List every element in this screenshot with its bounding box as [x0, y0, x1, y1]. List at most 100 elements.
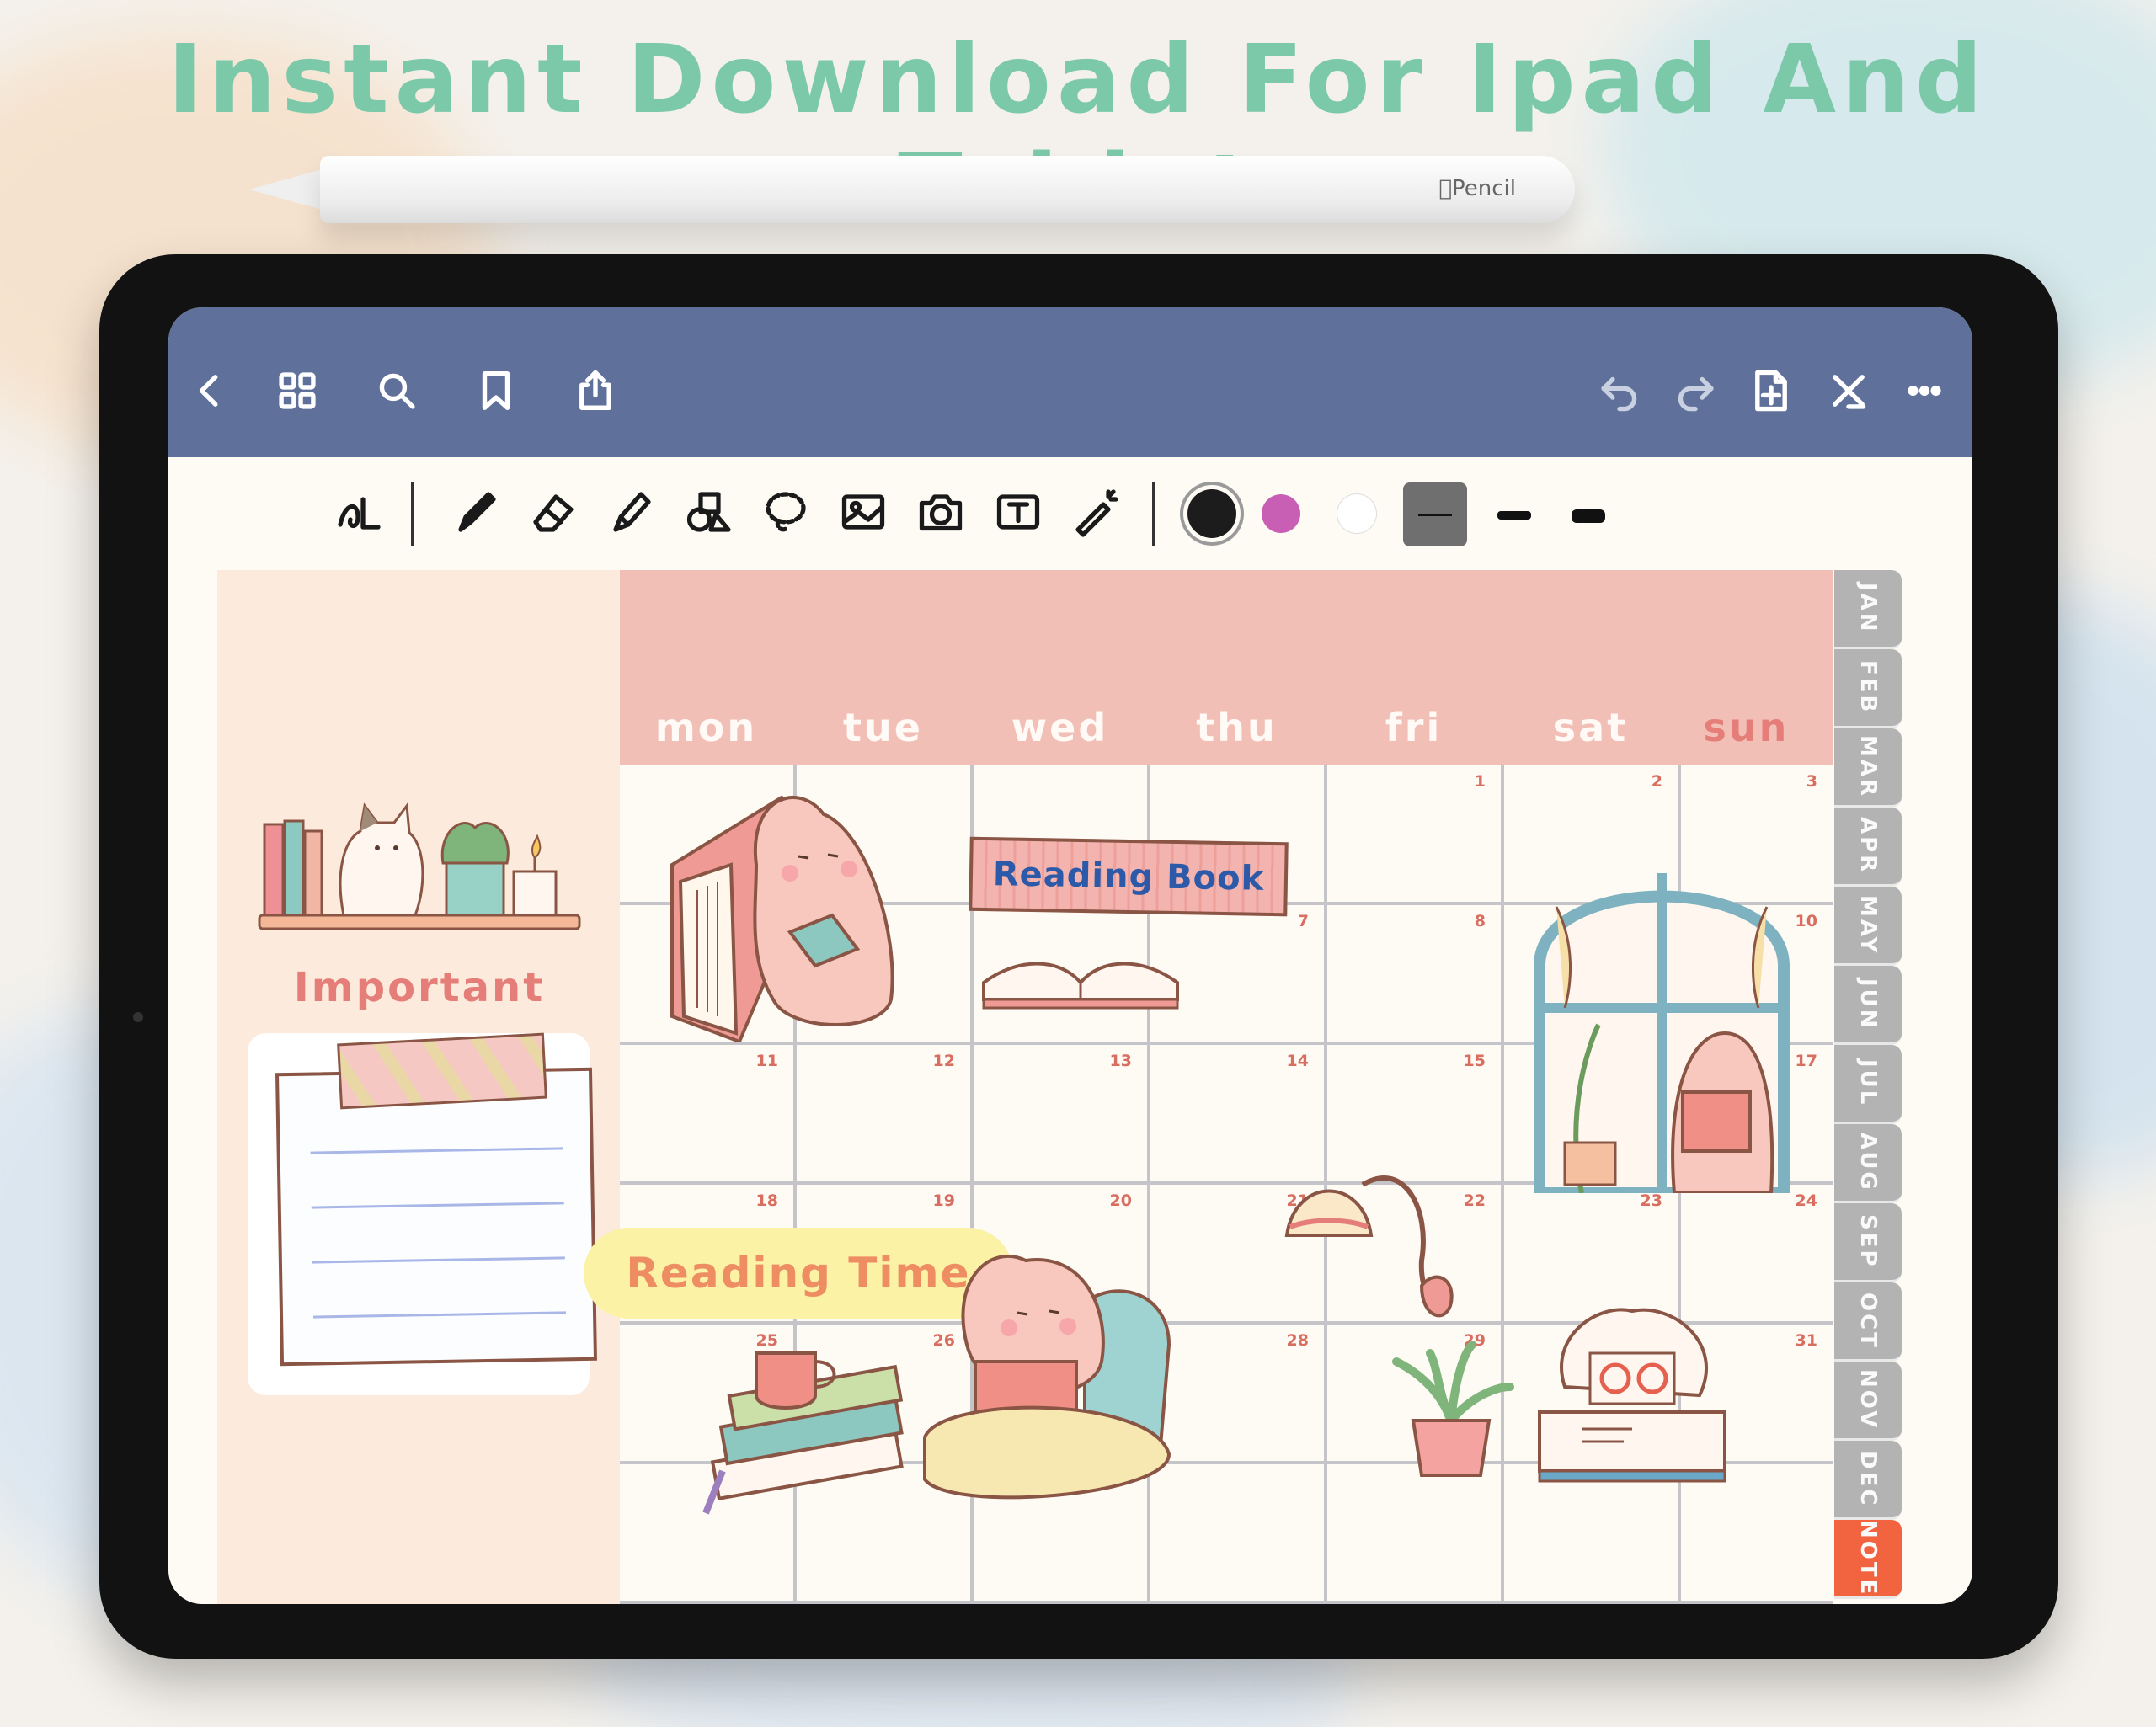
- tab-label: NOV: [1855, 1369, 1881, 1431]
- date-number: 2: [1651, 772, 1662, 791]
- date-number: 18: [755, 1191, 778, 1210]
- note-paper[interactable]: [275, 1067, 598, 1367]
- calendar-day-cell[interactable]: [1327, 1464, 1504, 1604]
- reading-book-banner: Reading Book: [969, 836, 1289, 917]
- pencil-label: Pencil: [1438, 176, 1516, 201]
- washi-tape: [337, 1032, 547, 1110]
- toolbar-divider: [1152, 482, 1155, 546]
- shapes-icon[interactable]: [679, 482, 738, 541]
- bookmark-icon[interactable]: [472, 366, 520, 415]
- tab-label: SEP: [1855, 1214, 1881, 1269]
- drawing-toolbar: [168, 457, 1972, 570]
- tab-label: AUG: [1855, 1133, 1881, 1192]
- tab-mar[interactable]: MAR: [1834, 728, 1902, 808]
- handwriting-icon[interactable]: [328, 482, 387, 541]
- date-number: 14: [1286, 1052, 1309, 1070]
- stroke-medium-button[interactable]: [1497, 511, 1531, 520]
- calendar-day-cell[interactable]: 11: [620, 1045, 797, 1185]
- tab-aug[interactable]: AUG: [1834, 1124, 1902, 1203]
- date-number: 7: [1297, 912, 1309, 930]
- tab-jul[interactable]: JUL: [1834, 1045, 1902, 1124]
- calendar-day-cell[interactable]: 8: [1327, 905, 1504, 1045]
- month-tabs: JAN FEB MAR APR MAY JUN JUL AUG SEP OCT NOV DEC NOTE: [1834, 570, 1902, 1604]
- calendar-header: mon tue wed thu fri sat sun: [620, 570, 1833, 765]
- day-name-sat: sat: [1552, 705, 1629, 750]
- add-page-icon[interactable]: [1747, 366, 1796, 415]
- tab-label: MAR: [1855, 734, 1881, 798]
- undo-icon[interactable]: [1595, 366, 1644, 415]
- note-line: [312, 1256, 565, 1264]
- bookshelf-sticker: [258, 802, 581, 930]
- date-number: 11: [755, 1052, 778, 1070]
- day-name-wed: wed: [1011, 705, 1109, 750]
- tab-apr[interactable]: APR: [1834, 808, 1902, 887]
- back-icon[interactable]: [185, 366, 234, 415]
- tab-feb[interactable]: FEB: [1834, 649, 1902, 728]
- date-number: 8: [1474, 912, 1486, 930]
- date-number: 19: [932, 1191, 955, 1210]
- highlighter-icon[interactable]: [601, 482, 660, 541]
- note-line: [311, 1202, 564, 1209]
- search-icon[interactable]: [372, 366, 421, 415]
- sheep-with-book-sticker: [1538, 1308, 1726, 1483]
- tab-label: JUL: [1855, 1059, 1881, 1107]
- date-number: 15: [1463, 1052, 1486, 1070]
- date-number: 3: [1806, 772, 1817, 791]
- date-number: 1: [1474, 772, 1486, 791]
- color-swatch-purple[interactable]: [1262, 494, 1300, 533]
- laser-pointer-icon[interactable]: [1066, 482, 1125, 541]
- stack-of-books-sticker: [702, 1351, 904, 1515]
- calendar-day-cell[interactable]: 1: [1327, 765, 1504, 905]
- date-number: 12: [932, 1052, 955, 1070]
- pen-icon[interactable]: [446, 482, 505, 541]
- tab-jun[interactable]: JUN: [1834, 966, 1902, 1045]
- side-panel: Important: [217, 570, 620, 1604]
- tab-nov[interactable]: NOV: [1834, 1362, 1902, 1441]
- date-number: 13: [1109, 1052, 1132, 1070]
- day-name-thu: thu: [1196, 705, 1278, 750]
- text-icon[interactable]: [989, 482, 1048, 541]
- camera-icon[interactable]: [911, 482, 970, 541]
- tab-note[interactable]: NOTE: [1834, 1520, 1902, 1599]
- floor-lamp-sticker: [1284, 1175, 1454, 1318]
- date-number: 31: [1795, 1331, 1817, 1350]
- tab-dec[interactable]: DEC: [1834, 1441, 1902, 1520]
- tab-label: MAY: [1855, 894, 1881, 956]
- day-name-fri: fri: [1385, 705, 1443, 750]
- image-icon[interactable]: [834, 482, 893, 541]
- important-note-card: [248, 1032, 598, 1395]
- planner-page: Important mon tue wed thu fri sat sun 12…: [217, 570, 1902, 1604]
- date-number: 28: [1286, 1331, 1309, 1350]
- bunny-reading-book-sticker: [670, 795, 894, 1042]
- eraser-icon[interactable]: [524, 482, 583, 541]
- app-topbar: [168, 307, 1972, 457]
- calendar-day-cell[interactable]: 12: [797, 1045, 974, 1185]
- calendar-day-cell[interactable]: 13: [974, 1045, 1150, 1185]
- tab-may[interactable]: MAY: [1834, 887, 1902, 966]
- camera-dot: [133, 1012, 143, 1022]
- stroke-thin-button[interactable]: [1403, 482, 1467, 546]
- close-icon[interactable]: [1824, 366, 1873, 415]
- grid-icon[interactable]: [273, 366, 322, 415]
- tab-sep[interactable]: SEP: [1834, 1203, 1902, 1282]
- tab-jan[interactable]: JAN: [1834, 570, 1902, 649]
- redo-icon[interactable]: [1671, 366, 1720, 415]
- date-number: 24: [1795, 1191, 1817, 1210]
- lasso-icon[interactable]: [756, 482, 815, 541]
- day-name-sun: sun: [1703, 705, 1790, 750]
- bunny-in-bed-sticker: [923, 1255, 1171, 1500]
- tab-label: DEC: [1855, 1450, 1881, 1508]
- stroke-thick-button[interactable]: [1572, 509, 1605, 523]
- note-line: [310, 1147, 563, 1154]
- tab-label: OCT: [1855, 1292, 1881, 1350]
- day-name-mon: mon: [654, 705, 758, 750]
- tab-label: FEB: [1855, 660, 1881, 715]
- tab-label: JUN: [1855, 978, 1881, 1031]
- more-icon[interactable]: [1900, 366, 1949, 415]
- share-icon[interactable]: [571, 366, 620, 415]
- color-swatch-black[interactable]: [1187, 489, 1236, 538]
- color-swatch-white[interactable]: [1337, 494, 1376, 533]
- open-book-sticker: [982, 962, 1179, 1010]
- tab-oct[interactable]: OCT: [1834, 1282, 1902, 1362]
- tab-label: NOTE: [1855, 1519, 1881, 1597]
